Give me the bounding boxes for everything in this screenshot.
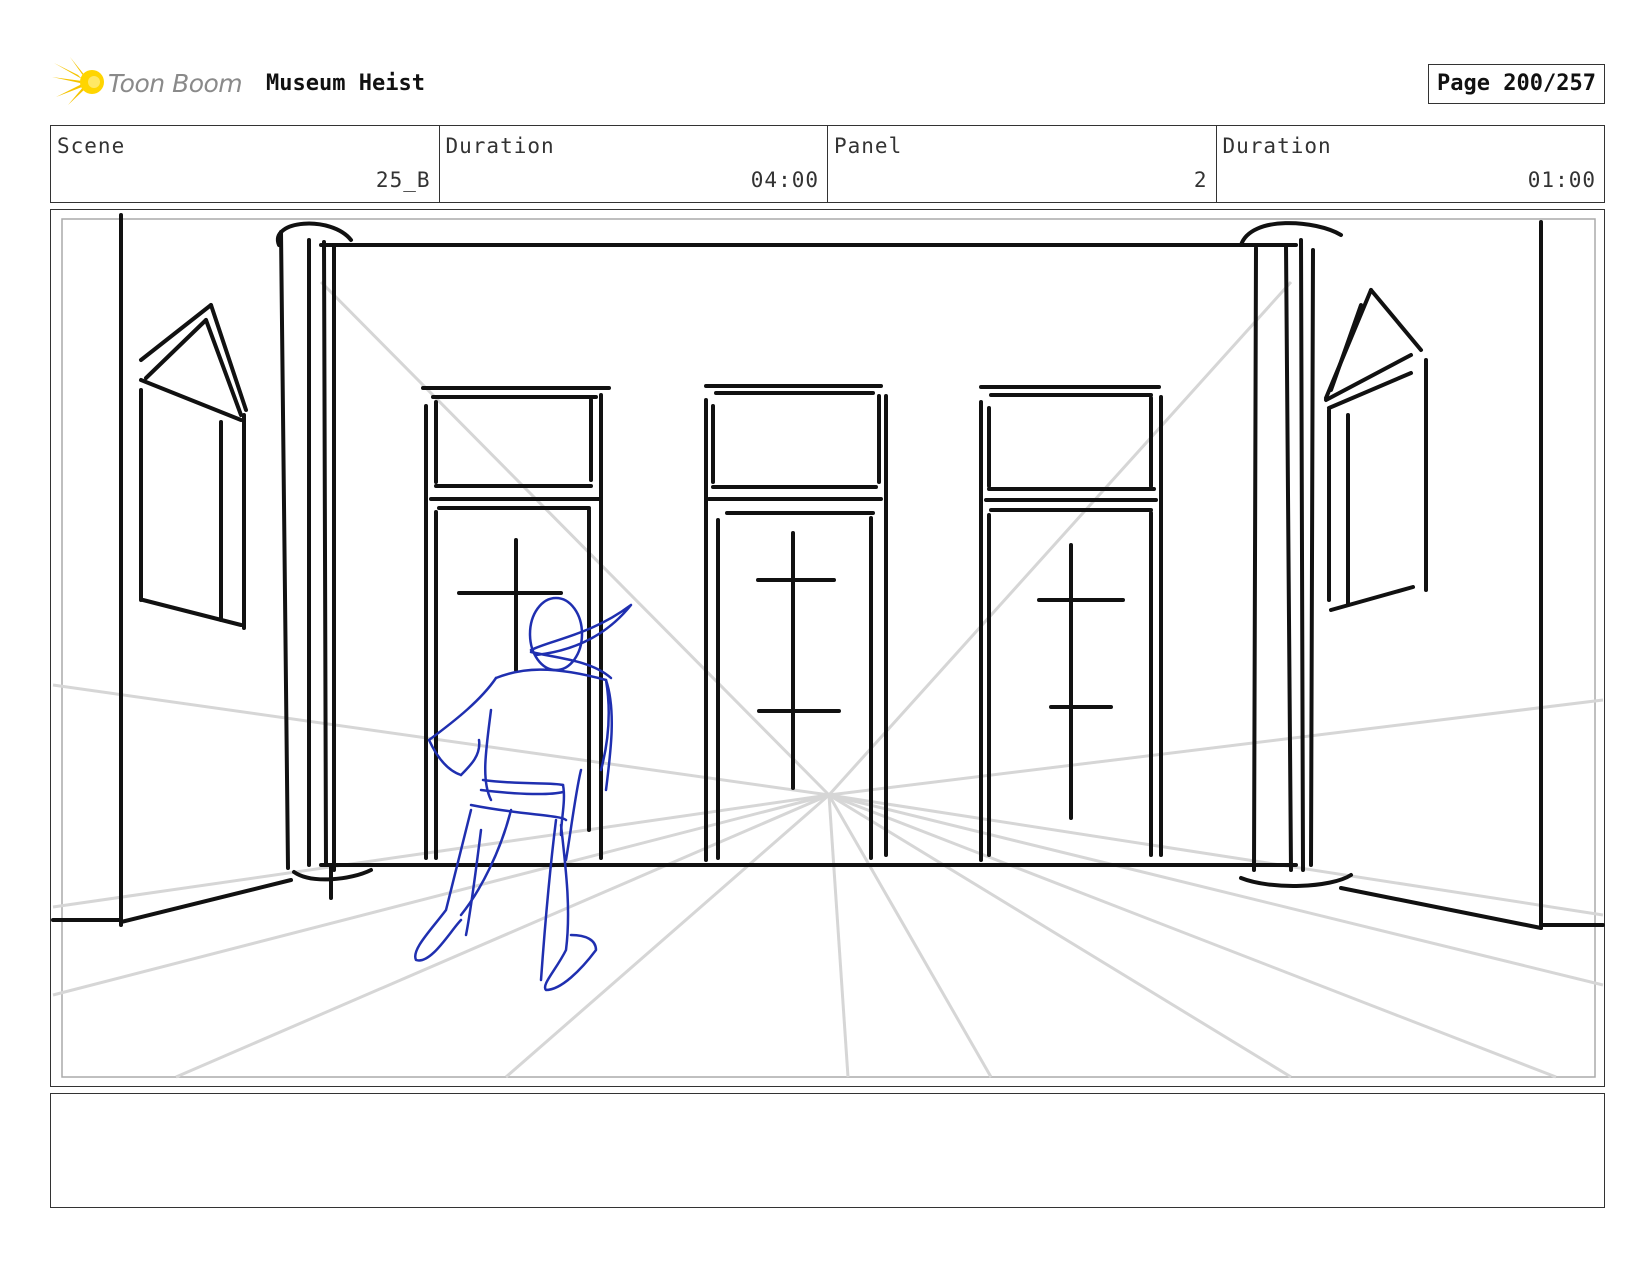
- scene-label: Scene: [57, 134, 126, 158]
- page-number: Page 200/257: [1428, 64, 1605, 104]
- scene-cell: Scene 25_B: [51, 126, 440, 202]
- page-header: Toon Boom Museum Heist Page 200/257: [50, 55, 1605, 107]
- scene-duration-cell: Duration 04:00: [440, 126, 828, 202]
- panel-label: Panel: [834, 134, 903, 158]
- logo-text: Toon Boom: [108, 69, 243, 98]
- starburst-icon: [52, 57, 104, 105]
- scene-duration-label: Duration: [445, 134, 555, 158]
- storyboard-panel: [50, 209, 1605, 1087]
- character-sketch: [413, 596, 633, 992]
- panel-info-table: Scene 25_B Duration 04:00 Panel 2 Durati…: [50, 125, 1605, 203]
- scene-duration-value: 04:00: [750, 168, 819, 192]
- panel-duration-label: Duration: [1222, 134, 1332, 158]
- panel-sketch: [51, 213, 1605, 1079]
- panel-duration-cell: Duration 01:00: [1217, 126, 1605, 202]
- panel-duration-value: 01:00: [1527, 168, 1596, 192]
- toon-boom-logo: Toon Boom: [52, 57, 252, 107]
- panel-value: 2: [1193, 168, 1208, 192]
- safe-area-frame: [61, 218, 1596, 1078]
- scene-value: 25_B: [375, 168, 431, 192]
- panel-cell: Panel 2: [828, 126, 1217, 202]
- background-architecture: [51, 213, 1605, 930]
- project-title: Museum Heist: [266, 71, 425, 96]
- panel-notes: [50, 1093, 1605, 1208]
